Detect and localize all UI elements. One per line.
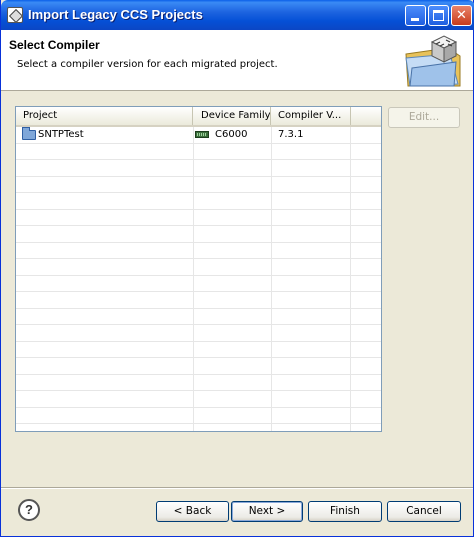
table-row: [16, 177, 381, 193]
table-row: [16, 259, 381, 276]
table-row: [16, 144, 381, 160]
app-icon: [7, 7, 23, 23]
folder-cube-icon: [405, 35, 461, 87]
minimize-icon: [411, 18, 419, 21]
dialog-window: Import Legacy CCS Projects ✕ Select Comp…: [0, 0, 474, 537]
table-row: [16, 424, 381, 431]
minimize-button[interactable]: [405, 5, 426, 26]
page-description: Select a compiler version for each migra…: [17, 59, 278, 70]
next-button[interactable]: Next >: [231, 501, 303, 522]
maximize-button[interactable]: [428, 5, 449, 26]
help-icon[interactable]: ?: [18, 499, 40, 521]
title-bar[interactable]: Import Legacy CCS Projects ✕: [1, 0, 474, 30]
cancel-button[interactable]: Cancel: [387, 501, 461, 522]
table-row: [16, 226, 381, 243]
device-family-cell[interactable]: C6000: [193, 127, 271, 143]
table-row: [16, 210, 381, 226]
table-row: [16, 408, 381, 424]
table-header: Project Device Family Compiler V...: [16, 107, 381, 127]
table-row: [16, 193, 381, 210]
window-title: Import Legacy CCS Projects: [28, 7, 203, 22]
table-row: [16, 292, 381, 309]
project-name: SNTPTest: [38, 129, 84, 140]
back-button[interactable]: < Back: [156, 501, 229, 522]
chip-icon: [195, 131, 209, 138]
maximize-icon: [433, 10, 444, 21]
table-row: [16, 391, 381, 408]
table-body: SNTPTest C6000 7.3.1: [16, 127, 381, 431]
page-title: Select Compiler: [9, 38, 100, 52]
table-row: [16, 325, 381, 342]
button-bar-separator: [1, 487, 473, 489]
project-cell: SNTPTest: [16, 127, 193, 143]
column-header-project[interactable]: Project: [16, 107, 193, 125]
finish-button[interactable]: Finish: [308, 501, 382, 522]
table-row[interactable]: SNTPTest C6000 7.3.1: [16, 127, 381, 144]
close-icon: ✕: [456, 8, 467, 23]
table-row: [16, 358, 381, 375]
device-family-value: C6000: [215, 129, 248, 140]
edit-button[interactable]: Edit...: [388, 107, 460, 128]
table-row: [16, 243, 381, 259]
column-header-filler: [351, 107, 381, 125]
table-row: [16, 309, 381, 325]
table-row: [16, 342, 381, 358]
close-button[interactable]: ✕: [451, 5, 472, 26]
project-table[interactable]: Project Device Family Compiler V... SNTP…: [15, 106, 382, 432]
column-header-compiler-version[interactable]: Compiler V...: [271, 107, 351, 125]
table-row: [16, 160, 381, 177]
folder-icon: [22, 127, 36, 140]
table-row: [16, 375, 381, 391]
column-header-device-family[interactable]: Device Family: [193, 107, 271, 125]
compiler-version-cell[interactable]: 7.3.1: [278, 127, 348, 143]
wizard-banner: Select Compiler Select a compiler versio…: [1, 30, 473, 91]
table-row: [16, 276, 381, 292]
